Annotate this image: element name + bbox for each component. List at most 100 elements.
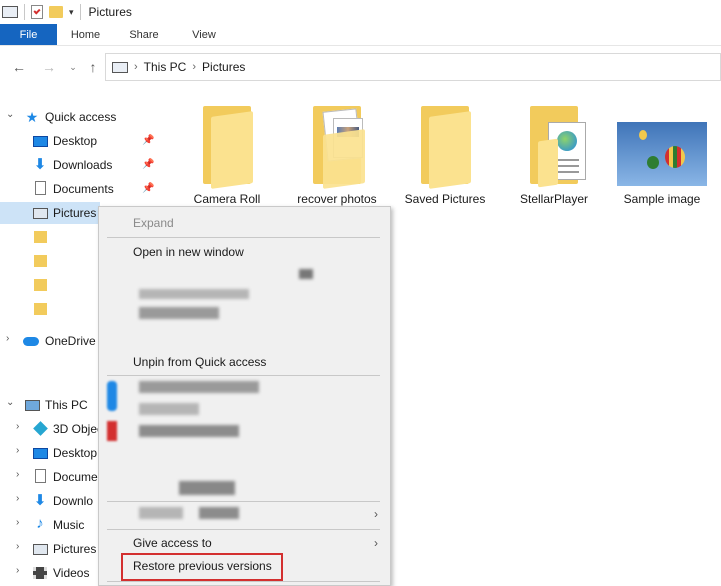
new-folder-icon[interactable] (49, 6, 63, 18)
pin-icon[interactable]: 📌 (142, 135, 154, 146)
folder-icon (195, 100, 259, 190)
submenu-arrow-icon: › (374, 536, 378, 550)
nav-documents[interactable]: Documents 📌 (0, 178, 160, 200)
redacted-menu-item (139, 425, 239, 437)
pictures-icon (32, 542, 48, 556)
cloud-icon (23, 334, 39, 348)
breadcrumb-pictures[interactable]: Pictures (202, 60, 245, 74)
nav-label: Documents (53, 182, 114, 196)
redacted-menu-item (139, 289, 249, 299)
properties-icon[interactable] (31, 5, 43, 19)
address-bar[interactable]: › This PC › Pictures (105, 53, 721, 81)
file-item-sample-image[interactable]: Sample image (607, 100, 717, 210)
chevron-right-icon[interactable]: › (16, 469, 26, 480)
customize-toolbar-icon[interactable]: ▾ (69, 7, 74, 18)
app-icon (107, 421, 117, 441)
nav-label: Quick access (45, 110, 117, 124)
nav-pictures[interactable]: Pictures (0, 202, 100, 224)
nav-label: Desktop (53, 134, 98, 148)
up-arrow-icon[interactable]: ↑ (82, 56, 104, 78)
tab-file[interactable]: File (0, 24, 57, 45)
menu-separator (107, 237, 380, 238)
file-item-camera-roll[interactable]: Camera Roll (172, 100, 282, 210)
menu-item-give-access-to[interactable]: Give access to (99, 532, 390, 554)
explorer-window-icon (2, 6, 18, 18)
menu-item-expand[interactable]: Expand (99, 212, 390, 234)
ribbon-tabs: File Home Share View (0, 24, 721, 46)
folder-icon (305, 100, 369, 190)
chevron-right-icon[interactable]: › (6, 333, 16, 344)
nav-label: This PC (45, 398, 88, 412)
folder-icon (413, 100, 477, 190)
redacted-menu-item (299, 269, 313, 279)
redacted-menu-item (139, 403, 199, 415)
folder-icon (32, 254, 48, 268)
recent-locations-chevron-icon[interactable]: ⌄ (62, 56, 84, 78)
menu-separator (107, 501, 380, 502)
chevron-right-icon[interactable]: › (16, 541, 26, 552)
file-label: Camera Roll (193, 192, 261, 206)
desktop-icon (32, 134, 48, 148)
menu-item-unpin-quick-access[interactable]: Unpin from Quick access (99, 351, 390, 373)
address-row: ← → ⌄ ↑ › This PC › Pictures (0, 46, 721, 88)
back-arrow-icon[interactable]: ← (8, 56, 30, 78)
file-item-stellarplayer[interactable]: StellarPlayer (499, 100, 609, 210)
tab-share[interactable]: Share (114, 24, 174, 45)
redacted-menu-item (179, 481, 235, 495)
nav-label: OneDrive (45, 334, 96, 348)
submenu-arrow-icon: › (374, 507, 378, 521)
context-menu: Expand Open in new window Unpin from Qui… (98, 206, 391, 586)
nav-label: Music (53, 518, 85, 532)
menu-separator (107, 529, 380, 530)
desktop-icon (32, 446, 48, 460)
menu-item-open-in-new-window[interactable]: Open in new window (99, 241, 390, 263)
nav-label: Desktop (53, 446, 98, 460)
redacted-menu-item (139, 507, 183, 519)
pin-icon[interactable]: 📌 (142, 159, 154, 170)
highlight-annotation (121, 553, 283, 581)
toolbar-divider (24, 4, 25, 20)
computer-icon (24, 398, 40, 412)
nav-desktop[interactable]: Desktop 📌 (0, 130, 160, 152)
tab-view[interactable]: View (174, 24, 234, 45)
breadcrumb-this-pc[interactable]: This PC (144, 60, 187, 74)
nav-label: Downloads (53, 158, 113, 172)
folder-icon (32, 302, 48, 316)
file-label: Saved Pictures (404, 192, 486, 206)
redacted-menu-item (199, 507, 239, 519)
forward-arrow-icon[interactable]: → (38, 56, 60, 78)
redacted-menu-item (139, 381, 259, 393)
menu-separator (107, 581, 380, 582)
chevron-down-icon[interactable]: ⌄ (6, 397, 16, 408)
folder-icon (522, 100, 586, 190)
window-title: Pictures (88, 5, 132, 19)
download-arrow-icon: ⬇ (33, 492, 47, 509)
chevron-right-icon[interactable]: › (16, 565, 26, 576)
image-thumbnail (615, 100, 709, 190)
title-bar: ▾ Pictures (0, 0, 721, 24)
pin-icon[interactable]: 📌 (142, 183, 154, 194)
document-icon (32, 181, 48, 195)
nav-quick-access[interactable]: ⌄ ★ Quick access (0, 106, 160, 128)
cube-icon (32, 420, 48, 436)
chevron-right-icon[interactable]: › (16, 517, 26, 528)
app-icon (107, 381, 117, 411)
file-label: StellarPlayer (519, 192, 589, 206)
file-item-saved-pictures[interactable]: Saved Pictures (390, 100, 500, 210)
chevron-right-icon[interactable]: › (16, 493, 26, 504)
file-label: Sample image (623, 192, 701, 206)
chevron-down-icon[interactable]: ⌄ (6, 109, 16, 120)
toolbar-divider (79, 4, 81, 20)
nav-downloads[interactable]: ⬇ Downloads 📌 (0, 154, 160, 176)
chevron-right-icon[interactable]: › (16, 445, 26, 456)
pictures-icon (32, 206, 48, 220)
file-list: Camera Roll recover photos Saved Picture… (170, 100, 721, 210)
breadcrumb-separator-icon: › (134, 61, 138, 73)
breadcrumb-separator-icon: › (192, 61, 197, 73)
folder-icon (32, 278, 48, 292)
redacted-menu-item (139, 307, 219, 319)
file-item-recover-photos[interactable]: recover photos (282, 100, 392, 210)
file-label: recover photos (297, 192, 377, 206)
chevron-right-icon[interactable]: › (16, 421, 26, 432)
tab-home[interactable]: Home (57, 24, 114, 45)
